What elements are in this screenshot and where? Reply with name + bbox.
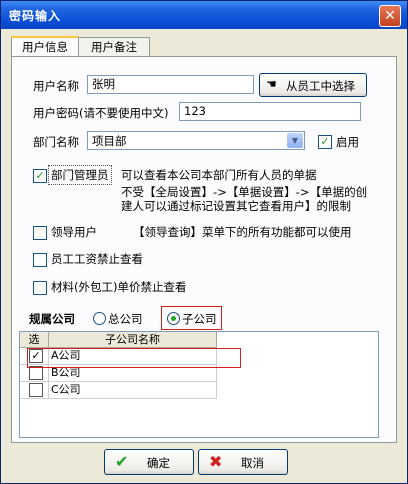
salary-hidden-label: 员工工资禁止查看	[51, 252, 143, 266]
dept-manager-desc-3: 建人可以通过标记设置其它查看用户】的限制	[121, 199, 351, 213]
ok-label: 确定	[147, 456, 170, 470]
row-checkbox[interactable]	[29, 366, 43, 380]
material-price-hidden-label: 材料(外包工)单价禁止查看	[51, 280, 187, 294]
head-office-label: 总公司	[108, 312, 143, 326]
department-label: 部门名称	[33, 135, 79, 149]
row-name: C公司	[49, 382, 217, 398]
dept-manager-checkbox[interactable]: ✓	[33, 169, 47, 183]
chevron-down-icon[interactable]: ▼	[287, 133, 303, 148]
enable-label: 启用	[336, 135, 359, 149]
tab-user-info[interactable]: 用户信息	[11, 36, 79, 58]
cancel-button[interactable]: ✖ 取消	[198, 449, 288, 475]
row-checkbox[interactable]	[29, 383, 43, 397]
salary-hidden-checkbox[interactable]	[33, 253, 47, 267]
password-field[interactable]	[179, 102, 361, 121]
department-select[interactable]: 项目部 ▼	[87, 131, 305, 150]
row-a-highlight-box	[27, 348, 241, 368]
checkmark-icon: ✓	[35, 169, 45, 182]
col-header-name[interactable]: 子公司名称	[49, 332, 217, 348]
department-value: 项目部	[92, 134, 127, 148]
select-from-employees-label: 从员工中选择	[286, 79, 355, 93]
username-field[interactable]	[87, 75, 254, 94]
leader-user-checkbox[interactable]	[33, 226, 47, 240]
hand-point-icon: ☚	[266, 77, 277, 91]
leader-user-desc: 【领导查询】菜单下的所有功能都可以使用	[133, 225, 352, 239]
subsidiary-label: 子公司	[182, 312, 217, 326]
window-title: 密码输入	[9, 9, 62, 23]
dept-manager-label[interactable]: 部门管理员	[48, 165, 112, 185]
material-price-hidden-checkbox[interactable]	[33, 281, 47, 295]
checkmark-icon: ✔	[115, 452, 129, 471]
checkmark-icon: ✓	[320, 135, 330, 148]
col-header-select[interactable]: 选	[20, 332, 49, 348]
head-office-radio[interactable]	[93, 312, 106, 325]
tab-user-notes[interactable]: 用户备注	[78, 37, 150, 56]
company-label: 规属公司	[29, 312, 75, 326]
cancel-label: 取消	[241, 456, 264, 470]
cross-icon: ✖	[209, 452, 223, 471]
username-label: 用户名称	[33, 79, 79, 93]
dept-manager-desc-1: 可以查看本公司本部门所有人员的单据	[121, 168, 317, 182]
subsidiary-radio[interactable]	[167, 312, 180, 325]
enable-checkbox[interactable]: ✓	[318, 135, 332, 149]
ok-button[interactable]: ✔ 确定	[104, 449, 194, 475]
password-label: 用户密码(请不要使用中文)	[33, 106, 169, 120]
leader-user-label: 领导用户	[51, 225, 97, 239]
table-row[interactable]: C公司	[20, 382, 217, 399]
close-button[interactable]: ✕	[379, 5, 401, 27]
password-input-dialog: 密码输入 ✕ 用户信息 用户备注 用户名称 ☚ 从员工中选择 用户密码(请不要使…	[0, 0, 408, 484]
title-bar[interactable]: 密码输入 ✕	[1, 1, 407, 29]
select-from-employees-button[interactable]: ☚ 从员工中选择	[259, 73, 367, 97]
